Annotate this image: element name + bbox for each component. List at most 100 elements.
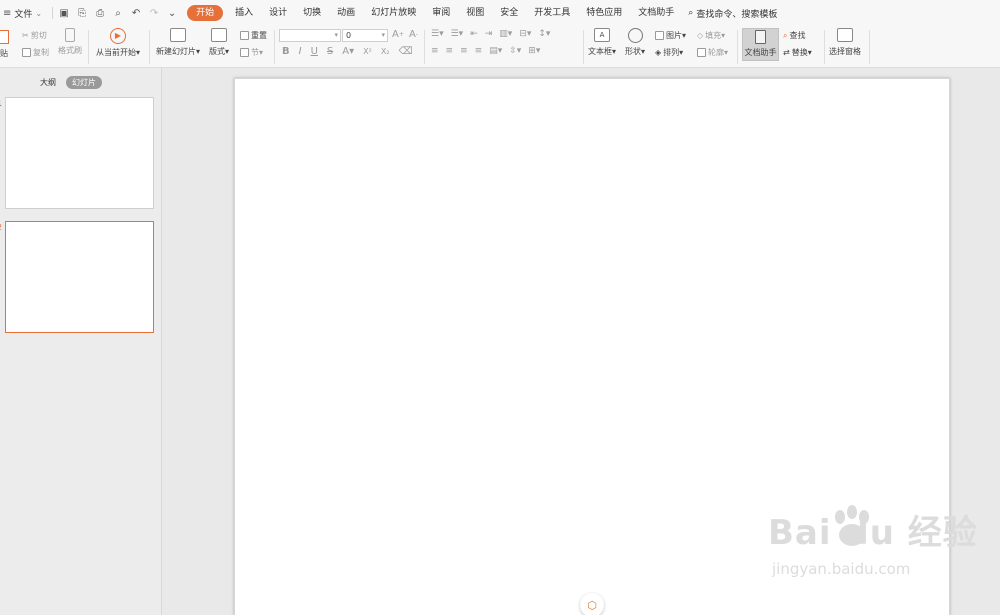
save-icon[interactable]: ▣ — [57, 8, 71, 19]
tab-view[interactable]: 视图 — [458, 5, 492, 21]
font-color-icon[interactable]: A▾ — [342, 46, 354, 57]
line-spacing-icon[interactable]: ↕▾ — [538, 29, 550, 39]
search-icon: ⌕ — [783, 30, 788, 40]
section-button[interactable]: 节 ▾ — [240, 47, 263, 58]
decrease-indent-icon[interactable]: ⇤ — [470, 29, 478, 39]
doc-helper-button[interactable]: 文档助手 — [742, 28, 779, 61]
shape-label-wrap: 形状▾ — [625, 47, 646, 56]
outline-button[interactable]: 轮廓 ▾ — [697, 47, 728, 58]
layout-button[interactable]: 版式▾ — [209, 28, 229, 57]
new-slide-label-wrap: 新建幻灯片▾ — [156, 47, 201, 56]
numbered-list-icon[interactable]: ☰▾ — [451, 29, 464, 39]
format-painter-button[interactable]: 格式刷 — [58, 28, 82, 56]
font-size-select[interactable]: 0 ▾ — [342, 29, 388, 42]
new-slide-label: 新建幻灯片 — [156, 47, 196, 56]
play-from-current-label: 从当前开始▾ — [96, 48, 141, 57]
tab-slideshow[interactable]: 幻灯片放映 — [363, 5, 424, 21]
tab-review[interactable]: 审阅 — [424, 5, 458, 21]
text-box-label: 文本框 — [588, 47, 612, 56]
picture-label: 图片 — [666, 31, 682, 40]
search-icon: ⌕ — [688, 8, 694, 18]
layout-label: 版式 — [209, 47, 225, 56]
bold-icon[interactable]: B — [282, 46, 290, 57]
file-menu-label: 文件 — [14, 9, 33, 20]
command-search[interactable]: ⌕ 查找命令、搜索模板 — [688, 7, 777, 20]
font-family-select[interactable]: ▾ — [279, 29, 341, 42]
align-left-icon[interactable]: ≡ — [431, 46, 439, 56]
file-menu-button[interactable]: ≡ 文件 ⌄ — [0, 7, 48, 20]
replace-label: 替换 — [791, 48, 808, 57]
clear-format-icon[interactable]: ⌫ — [399, 46, 413, 57]
find-button[interactable]: ⌕ 查找 — [783, 30, 805, 41]
outline-icon — [697, 48, 706, 57]
align-center-icon[interactable]: ≡ — [446, 46, 454, 56]
float-helper-button[interactable]: ⬡ — [580, 593, 604, 615]
copy-button[interactable]: 复制 — [22, 47, 49, 58]
tab-security[interactable]: 安全 — [492, 5, 526, 21]
reset-icon — [240, 31, 249, 40]
strikethrough-icon[interactable]: S — [327, 46, 333, 57]
underline-icon[interactable]: U — [311, 46, 318, 57]
tab-slides[interactable]: 幻灯片 — [66, 76, 102, 89]
increase-font-icon[interactable]: A + — [392, 29, 404, 40]
scissors-icon: ✂ — [22, 31, 29, 40]
reset-button[interactable]: 重置 — [240, 30, 267, 41]
chevron-down-icon: ⌄ — [35, 8, 43, 18]
slide-thumbnail-selected[interactable] — [5, 221, 154, 333]
picture-button[interactable]: 图片 ▾ — [655, 30, 686, 41]
tab-animation[interactable]: 动画 — [329, 5, 363, 21]
decrease-font-icon[interactable]: A- — [409, 29, 418, 40]
fill-button[interactable]: ◇ 填充 ▾ — [697, 30, 725, 41]
tab-home[interactable]: 开始 — [187, 5, 224, 21]
italic-icon[interactable]: I — [299, 46, 302, 57]
play-icon: ▶ — [110, 28, 126, 44]
superscript-icon[interactable]: X² — [363, 47, 372, 56]
arrange-button[interactable]: ◈ 排列 ▾ — [655, 47, 683, 58]
justify-icon[interactable]: ≡ — [475, 46, 483, 56]
undo-icon[interactable]: ↶ — [129, 8, 143, 19]
bullet-list-icon[interactable]: ☰▾ — [431, 29, 444, 39]
arrange-label: 排列 — [663, 48, 680, 57]
cut-button[interactable]: ✂ 剪切 — [22, 30, 47, 41]
divider — [424, 30, 425, 64]
distribute-icon[interactable]: ▤▾ — [489, 46, 502, 56]
redo-icon[interactable]: ↷ — [147, 8, 161, 19]
divider — [824, 30, 825, 64]
paste-button[interactable]: 贴 — [0, 30, 9, 59]
doc-helper-label: 文档助手 — [744, 48, 777, 57]
text-box-button[interactable]: A 文本框▾ — [588, 28, 616, 57]
tab-doc-helper[interactable]: 文档助手 — [630, 5, 682, 21]
replace-button[interactable]: ⇄ 替换 ▾ — [783, 47, 812, 58]
find-label: 查找 — [789, 31, 806, 40]
section-icon — [240, 48, 249, 57]
tab-developer[interactable]: 开发工具 — [526, 5, 578, 21]
tab-features[interactable]: 特色应用 — [578, 5, 630, 21]
slide-thumbnail[interactable] — [5, 97, 154, 209]
customize-toolbar-icon[interactable]: ⌄ — [165, 8, 179, 19]
export-pdf-icon[interactable]: ⎘ — [75, 8, 89, 19]
slide-number: 2 — [0, 223, 2, 232]
columns-icon[interactable]: ▥▾ — [499, 29, 512, 39]
subscript-icon[interactable]: X₂ — [381, 47, 390, 56]
section-label: 节 — [251, 48, 259, 57]
align-right-icon[interactable]: ≡ — [460, 46, 468, 56]
text-direction-icon[interactable]: ⊟▾ — [519, 29, 531, 39]
paragraph-row-1: ☰▾ ☰▾ ⇤ ⇥ ▥▾ ⊟▾ ↕▾ — [431, 29, 550, 39]
play-from-current-button[interactable]: ▶ 从当前开始▾ — [96, 28, 140, 58]
paragraph-spacing-icon[interactable]: ⇳▾ — [509, 46, 521, 56]
print-preview-icon[interactable]: ⌕ — [111, 8, 125, 19]
print-icon[interactable]: ⎙ — [93, 8, 107, 19]
tab-design[interactable]: 设计 — [261, 5, 295, 21]
text-align-icon[interactable]: ⊞▾ — [528, 46, 540, 56]
tab-transitions[interactable]: 切换 — [295, 5, 329, 21]
tab-outline[interactable]: 大纲 — [40, 77, 56, 88]
paste-label: 贴 — [0, 49, 8, 58]
new-slide-button[interactable]: 新建幻灯片▾ — [156, 28, 200, 57]
tab-insert[interactable]: 插入 — [227, 5, 261, 21]
shape-button[interactable]: 形状▾ — [625, 28, 645, 57]
increase-indent-icon[interactable]: ⇥ — [485, 29, 493, 39]
divider — [737, 30, 738, 64]
select-pane-button[interactable]: 选择窗格 — [829, 28, 861, 57]
copy-label: 复制 — [33, 48, 49, 57]
select-pane-label: 选择窗格 — [829, 47, 861, 56]
